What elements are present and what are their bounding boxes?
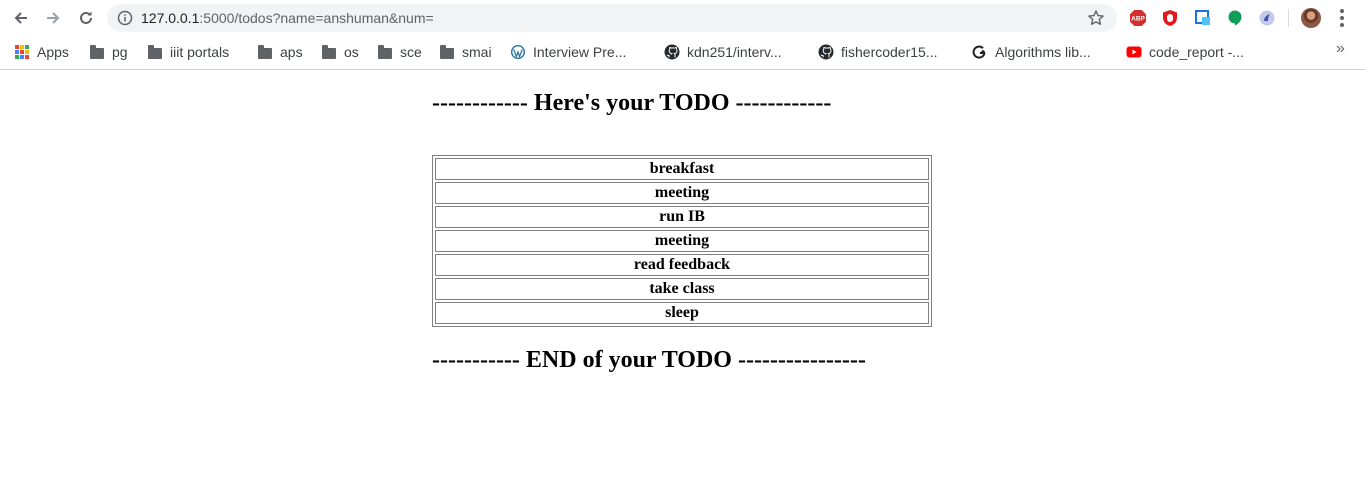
url-host: 127.0.0.1 (141, 10, 200, 26)
screen-capture-icon[interactable] (1193, 8, 1213, 28)
table-row: breakfast (435, 158, 929, 180)
page-content: ------------ Here's your TODO ----------… (0, 70, 1365, 496)
folder-icon (377, 44, 393, 60)
bookmark-label: aps (280, 44, 303, 60)
bookmark-folder-pg[interactable]: pg (89, 41, 128, 63)
back-button[interactable] (9, 6, 33, 30)
bookmark-label: pg (112, 44, 128, 60)
bookmark-folder-iiit-portals[interactable]: iiit portals (147, 41, 229, 63)
bookmarks-bar: Apps pg iiit portals aps os sce smai Int… (0, 36, 1365, 70)
address-bar[interactable]: 127.0.0.1:5000/todos?name=anshuman&num= (107, 4, 1117, 32)
table-row: sleep (435, 302, 929, 324)
bookmark-label: fishercoder15... (841, 44, 938, 60)
todo-cell: breakfast (435, 158, 929, 180)
bookmark-label: iiit portals (170, 44, 230, 60)
todo-cell: sleep (435, 302, 929, 324)
folder-icon (147, 44, 163, 60)
bookmark-fishercoder[interactable]: fishercoder15... (818, 41, 938, 63)
todo-cell: meeting (435, 230, 929, 252)
bookmark-label: kdn251/interv... (687, 44, 782, 60)
kebab-menu-icon[interactable] (1334, 6, 1350, 30)
google-plus-icon (972, 44, 988, 60)
todo-end-heading: ----------- END of your TODO -----------… (432, 347, 866, 373)
svg-text:ABP: ABP (1131, 16, 1145, 23)
github-icon (664, 44, 680, 60)
bookmark-folder-aps[interactable]: aps (257, 41, 303, 63)
wordpress-icon (510, 44, 526, 60)
apps-grid-icon (14, 44, 30, 60)
folder-icon (257, 44, 273, 60)
adblock-plus-icon[interactable]: ABP (1128, 8, 1148, 28)
folder-icon (439, 44, 455, 60)
todo-cell: read feedback (435, 254, 929, 276)
bookmark-folder-os[interactable]: os (321, 41, 359, 63)
hangouts-icon[interactable] (1225, 8, 1245, 28)
todo-table: breakfast meeting run IB meeting read fe… (432, 155, 932, 327)
toolbar-divider (1288, 9, 1289, 27)
bookmark-label: Interview Pre... (533, 44, 627, 60)
bookmark-label: code_report -... (1149, 44, 1244, 60)
table-row: take class (435, 278, 929, 300)
bookmarks-overflow-button[interactable]: » (1336, 40, 1345, 58)
bookmark-folder-sce[interactable]: sce (377, 41, 422, 63)
arrow-right-icon (47, 12, 60, 24)
url-text[interactable]: 127.0.0.1:5000/todos?name=anshuman&num= (141, 10, 434, 26)
folder-icon (89, 44, 105, 60)
bookmark-label: Apps (37, 44, 69, 60)
reload-icon (80, 11, 92, 24)
todo-cell: take class (435, 278, 929, 300)
bookmark-label: sce (400, 44, 422, 60)
bookmark-code-report[interactable]: code_report -... (1126, 41, 1244, 63)
profile-avatar[interactable] (1301, 8, 1321, 28)
refresh-extension-icon[interactable] (1257, 8, 1277, 28)
url-path: :5000/todos?name=anshuman&num= (199, 10, 434, 26)
table-row: read feedback (435, 254, 929, 276)
todo-cell: run IB (435, 206, 929, 228)
bookmark-label: os (344, 44, 359, 60)
star-icon[interactable] (1087, 9, 1105, 32)
github-icon (818, 44, 834, 60)
bookmark-label: smai (462, 44, 492, 60)
youtube-icon (1126, 44, 1142, 60)
folder-icon (321, 44, 337, 60)
todo-cell: meeting (435, 182, 929, 204)
info-icon[interactable] (117, 10, 133, 31)
bookmark-label: Algorithms lib... (995, 44, 1091, 60)
browser-toolbar: 127.0.0.1:5000/todos?name=anshuman&num= … (0, 0, 1365, 36)
bookmark-algorithms-lib[interactable]: Algorithms lib... (972, 41, 1091, 63)
table-row: meeting (435, 182, 929, 204)
bookmark-folder-smai[interactable]: smai (439, 41, 492, 63)
arrow-left-icon (14, 12, 27, 24)
bookmark-kdn251[interactable]: kdn251/interv... (664, 41, 782, 63)
reload-button[interactable] (74, 6, 98, 30)
bookmark-apps[interactable]: Apps (14, 41, 69, 63)
todo-heading: ------------ Here's your TODO ----------… (432, 90, 832, 116)
table-row: meeting (435, 230, 929, 252)
table-row: run IB (435, 206, 929, 228)
bookmark-interview-prep[interactable]: Interview Pre... (510, 41, 626, 63)
ublock-icon[interactable] (1160, 8, 1180, 28)
forward-button[interactable] (41, 6, 65, 30)
